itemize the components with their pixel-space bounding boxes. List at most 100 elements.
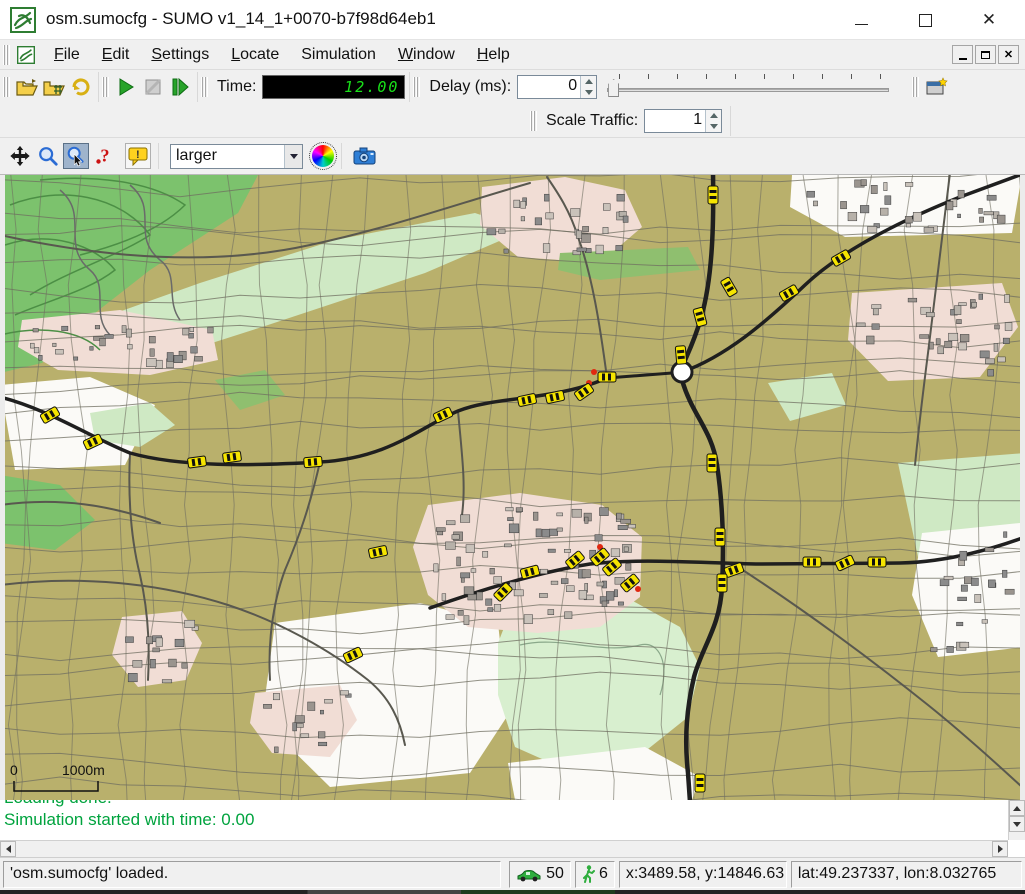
building: [499, 229, 505, 233]
coloring-scheme-combo[interactable]: larger: [170, 144, 303, 169]
scroll-right-button[interactable]: [992, 841, 1008, 857]
vehicle[interactable]: [868, 557, 886, 567]
delay-slider[interactable]: [605, 73, 891, 101]
play-icon: [116, 77, 136, 97]
building: [296, 716, 305, 723]
building: [471, 569, 476, 573]
vehicle[interactable]: [717, 574, 727, 592]
status-message-panel: 'osm.sumocfg' loaded.: [3, 861, 501, 888]
menu-edit[interactable]: Edit: [91, 43, 141, 67]
log-vertical-scrollbar[interactable]: [1008, 800, 1025, 840]
screenshot-button[interactable]: [352, 143, 378, 169]
log-horizontal-scrollbar[interactable]: [0, 840, 1008, 857]
building: [105, 334, 114, 338]
message-log[interactable]: Loading done. Simulation started with ti…: [0, 800, 1025, 857]
building: [926, 312, 934, 316]
scroll-track[interactable]: [16, 841, 992, 857]
mdi-restore-button[interactable]: [975, 45, 996, 64]
traffic-light: [591, 369, 597, 375]
building: [293, 723, 297, 731]
building: [603, 204, 610, 211]
vehicle[interactable]: [187, 456, 206, 468]
scale-traffic-label: Scale Traffic:: [546, 112, 638, 130]
log-line: Loading done.: [4, 800, 984, 809]
building: [1002, 570, 1007, 577]
building: [600, 508, 609, 516]
map-canvas[interactable]: 01000m: [0, 175, 1025, 800]
building: [868, 226, 877, 232]
menu-file[interactable]: File: [43, 43, 91, 67]
menu-help[interactable]: Help: [466, 43, 521, 67]
delay-spinbox[interactable]: 0: [517, 75, 597, 99]
step-button[interactable]: [166, 74, 193, 101]
vehicle[interactable]: [695, 774, 705, 792]
map-right-edge: [1020, 175, 1025, 800]
building: [483, 551, 488, 557]
minimize-button[interactable]: [838, 0, 884, 40]
scale-traffic-spinbox[interactable]: 1: [644, 109, 722, 133]
vehicle[interactable]: [598, 372, 616, 382]
view-toolbar: [909, 72, 953, 102]
reload-button[interactable]: [67, 74, 94, 101]
mdi-window-buttons: ✕: [952, 45, 1019, 64]
spin-down-button[interactable]: [581, 87, 596, 98]
building: [506, 507, 514, 511]
spin-up-button[interactable]: [581, 76, 596, 87]
message-lines: Loading done. Simulation started with ti…: [4, 800, 984, 831]
spin-down-button[interactable]: [706, 121, 721, 132]
vehicle[interactable]: [715, 528, 725, 546]
map-view[interactable]: 01000m: [0, 175, 1025, 800]
vehicle[interactable]: [304, 456, 323, 468]
building: [611, 549, 620, 557]
stop-button[interactable]: [139, 74, 166, 101]
help-query-button[interactable]: ?: [91, 143, 117, 169]
building: [468, 594, 477, 600]
new-view-button[interactable]: [922, 74, 949, 101]
toolbar-grip[interactable]: [3, 77, 10, 97]
vehicle[interactable]: [222, 451, 241, 463]
toolbar-grip[interactable]: [201, 77, 208, 97]
maximize-button[interactable]: [902, 0, 948, 40]
spin-up-button[interactable]: [706, 110, 721, 121]
building: [546, 213, 554, 219]
combo-dropdown-icon[interactable]: [284, 145, 302, 168]
play-button[interactable]: [112, 74, 139, 101]
scroll-left-button[interactable]: [0, 841, 16, 857]
menu-settings[interactable]: Settings: [140, 43, 220, 67]
toolbar-grip[interactable]: [3, 45, 10, 65]
slider-handle[interactable]: [608, 79, 619, 97]
building: [446, 521, 455, 525]
status-message: 'osm.sumocfg' loaded.: [10, 865, 168, 883]
building: [318, 742, 326, 746]
scroll-down-button[interactable]: [1009, 816, 1025, 832]
open-config-button[interactable]: [13, 74, 40, 101]
mdi-close-button[interactable]: ✕: [998, 45, 1019, 64]
toolbar-grip[interactable]: [912, 77, 919, 97]
building: [539, 593, 547, 597]
building: [122, 326, 126, 333]
recenter-view-icon: [9, 145, 31, 167]
vehicle[interactable]: [675, 346, 687, 365]
close-button[interactable]: ✕: [966, 0, 1012, 40]
toolbar-grip[interactable]: [102, 77, 109, 97]
menu-simulation[interactable]: Simulation: [290, 43, 387, 67]
recenter-view-button[interactable]: [7, 143, 33, 169]
building: [975, 594, 981, 602]
menu-window[interactable]: Window: [387, 43, 466, 67]
locate-tool-button[interactable]: [63, 143, 89, 169]
vehicle[interactable]: [707, 454, 717, 472]
menu-locate[interactable]: Locate: [220, 43, 290, 67]
scroll-up-button[interactable]: [1009, 800, 1025, 816]
vehicle[interactable]: [803, 557, 821, 567]
building: [924, 227, 934, 232]
toolbar-grip[interactable]: [413, 77, 420, 97]
zoom-button[interactable]: [35, 143, 61, 169]
edit-coloring-button[interactable]: [310, 143, 336, 169]
vehicle[interactable]: [708, 186, 718, 204]
open-network-button[interactable]: [40, 74, 67, 101]
sumo-logo-icon: [17, 46, 35, 64]
message-window-button[interactable]: !: [125, 143, 151, 169]
mdi-minimize-button[interactable]: [952, 45, 973, 64]
xy-coordinates-panel: x:3489.58, y:14846.63: [619, 861, 787, 888]
toolbar-grip[interactable]: [530, 111, 537, 131]
